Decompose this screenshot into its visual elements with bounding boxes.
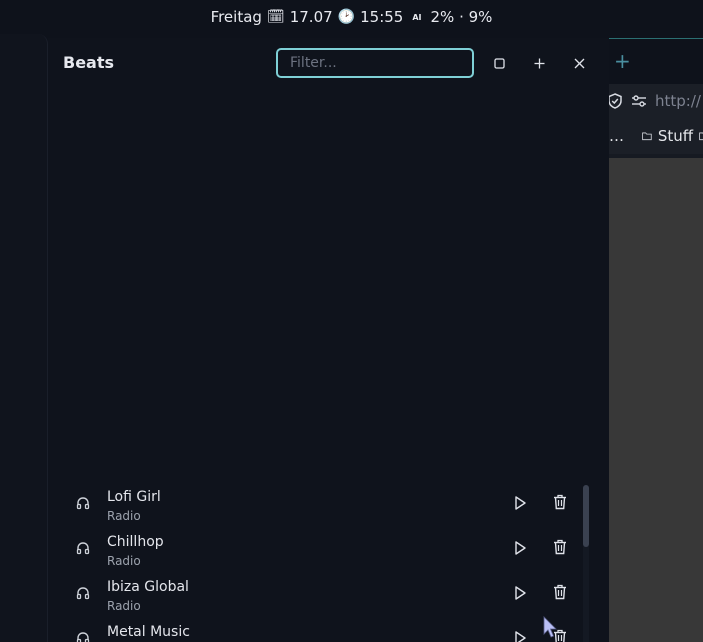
bookmarks-overflow[interactable]: … — [609, 127, 624, 145]
list-item[interactable]: Ibiza Global Radio — [48, 573, 593, 618]
headphones-icon — [76, 497, 90, 510]
browser-content — [609, 158, 703, 642]
calendar-icon: 🗓 — [266, 9, 285, 25]
browser-tab-bar: + — [609, 38, 703, 84]
permissions-icon[interactable] — [631, 94, 647, 108]
trash-icon[interactable] — [553, 539, 567, 555]
day-label: Freitag — [210, 8, 262, 26]
square-icon — [493, 57, 505, 69]
maximize-button[interactable] — [486, 50, 512, 76]
scrollbar-thumb[interactable] — [583, 485, 589, 547]
new-tab-icon[interactable]: + — [614, 49, 631, 73]
ai-icon: AI — [412, 12, 422, 22]
add-button[interactable] — [526, 50, 552, 76]
close-button[interactable] — [566, 50, 592, 76]
beats-panel: Beats Filter... Lofi Girl Radio Chillhop… — [48, 38, 609, 642]
station-list: Lofi Girl Radio Chillhop Radio Ibiza Glo… — [48, 483, 593, 642]
play-icon[interactable] — [513, 495, 527, 511]
list-item[interactable]: Lofi Girl Radio — [48, 483, 593, 528]
play-icon[interactable] — [513, 630, 527, 642]
date-label: 17.07 — [289, 8, 333, 26]
play-icon[interactable] — [513, 585, 527, 601]
plus-icon — [534, 58, 544, 68]
play-icon[interactable] — [513, 540, 527, 556]
browser-window: + http:// … Stuff — [608, 38, 703, 642]
station-name: Chillhop — [107, 534, 164, 550]
headphones-icon — [76, 542, 90, 555]
panel-title: Beats — [63, 53, 115, 72]
resource-stats: 2% · 9% — [430, 8, 493, 26]
url-text[interactable]: http:// — [655, 92, 701, 110]
station-type: Radio — [107, 509, 141, 523]
station-type: Radio — [107, 554, 141, 568]
trash-icon[interactable] — [553, 584, 567, 600]
bookmarks-bar: … Stuff — [609, 118, 703, 154]
list-scrollbar[interactable] — [583, 485, 589, 642]
station-name: Ibiza Global — [107, 579, 189, 595]
time-label: 15:55 — [360, 8, 404, 26]
mouse-cursor-icon — [543, 616, 557, 638]
clock-icon: 🕑 — [337, 9, 356, 25]
headphones-icon — [76, 632, 90, 642]
station-name: Metal Music — [107, 624, 190, 640]
shield-icon — [608, 93, 622, 109]
top-status-bar: Freitag 🗓 17.07 🕑 15:55 AI 2% · 9% — [0, 0, 703, 34]
folder-icon — [699, 132, 703, 141]
headphones-icon — [76, 587, 90, 600]
browser-url-bar[interactable]: http:// — [608, 84, 703, 118]
close-icon — [574, 58, 584, 68]
background-window — [0, 34, 48, 642]
bookmark-folder-stuff[interactable]: Stuff — [658, 127, 693, 145]
list-item[interactable]: Chillhop Radio — [48, 528, 593, 573]
station-name: Lofi Girl — [107, 489, 161, 505]
list-item[interactable]: Metal Music Radio — [48, 618, 593, 642]
filter-input[interactable] — [276, 48, 474, 78]
desktop: Freitag 🗓 17.07 🕑 15:55 AI 2% · 9% + htt… — [0, 0, 703, 642]
station-type: Radio — [107, 599, 141, 613]
folder-icon — [642, 132, 652, 141]
trash-icon[interactable] — [553, 494, 567, 510]
